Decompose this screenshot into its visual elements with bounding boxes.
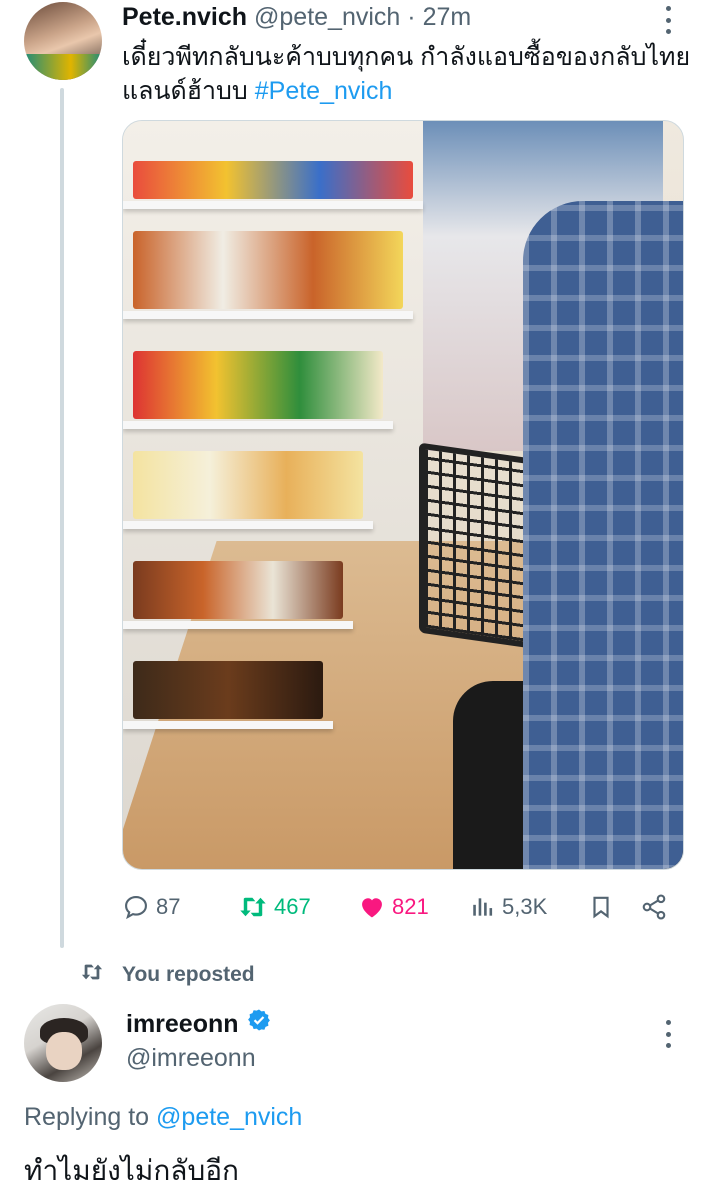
views-count: 5,3K (502, 894, 548, 919)
product-row (133, 231, 403, 309)
shelf-edge (123, 521, 373, 529)
handle[interactable]: @pete_nvich (254, 3, 400, 31)
bookmark-icon (588, 893, 614, 921)
replying-prefix: Replying to (24, 1103, 150, 1131)
more-options-icon[interactable] (664, 6, 672, 34)
tweet-actions-bar: 87 467 821 5,3K (122, 890, 682, 924)
tweet-text: เดี๋ยวพีทกลับนะค้าบบทุกคน กำลังแอบซื้อขอ… (122, 40, 692, 108)
product-row (133, 161, 413, 199)
person-plaid-shirt (523, 201, 683, 869)
mention-link[interactable]: @pete_nvich (156, 1103, 302, 1131)
shelf-edge (123, 201, 423, 209)
avatar[interactable] (24, 1004, 102, 1082)
tweet-header: Pete.nvich @pete_nvich · 27m (122, 2, 471, 32)
bookmark-button[interactable] (588, 890, 614, 924)
tweet-body: เดี๋ยวพีทกลับนะค้าบบทุกคน กำลังแอบซื้อขอ… (122, 43, 691, 105)
tweet-photo[interactable] (122, 120, 684, 870)
like-count: 821 (392, 894, 429, 919)
shelf-edge (123, 311, 413, 319)
repost-indicator: You reposted (80, 960, 255, 990)
replying-to-line: Replying to @pete_nvich (24, 1100, 302, 1134)
share-button[interactable] (640, 890, 668, 924)
product-row (133, 351, 383, 419)
verified-badge-icon (247, 1008, 271, 1040)
retweet-button[interactable]: 467 (238, 890, 311, 924)
thread-connector-line (60, 88, 64, 948)
display-name[interactable]: Pete.nvich (122, 3, 247, 31)
handle[interactable]: @imreeonn (126, 1042, 271, 1074)
reply-button[interactable]: 87 (122, 890, 180, 924)
reply-header: imreeonn @imreeonn (126, 1008, 271, 1074)
separator: · (407, 3, 416, 31)
avatar[interactable] (24, 2, 102, 80)
timestamp[interactable]: 27m (423, 3, 472, 31)
reply-icon (122, 893, 150, 921)
shelf-edge (123, 421, 393, 429)
product-row (133, 561, 343, 619)
heart-icon (358, 893, 386, 921)
hashtag-link[interactable]: #Pete_nvich (255, 77, 393, 105)
shelf-edge (123, 621, 353, 629)
product-row (133, 451, 363, 519)
display-name[interactable]: imreeonn (126, 1008, 239, 1040)
shopping-basket (419, 442, 539, 650)
product-row (133, 661, 323, 719)
repost-icon (80, 961, 104, 989)
like-button[interactable]: 821 (358, 890, 429, 924)
reply-text: ทำไมยังไม่กลับอีก (24, 1155, 239, 1186)
repost-label: You reposted (122, 963, 255, 986)
reply-count: 87 (156, 894, 181, 919)
views-button[interactable]: 5,3K (470, 890, 547, 924)
views-icon (470, 894, 496, 920)
more-options-icon[interactable] (664, 1020, 672, 1048)
retweet-icon (238, 893, 268, 921)
retweet-count: 467 (274, 894, 311, 919)
share-icon (640, 893, 668, 921)
shelf-edge (123, 721, 333, 729)
